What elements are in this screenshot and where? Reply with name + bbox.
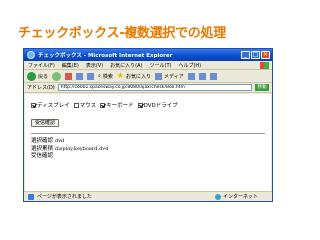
menu-tools[interactable]: ツール(T) [150,62,172,69]
address-input[interactable]: http://co001.spacesway.co.jp:8080/ajax/c… [57,84,252,91]
security-zone: インターネット [214,193,258,200]
checkbox-dvd-box[interactable] [137,102,143,108]
checkbox-display-label: ディスプレイ [37,103,70,109]
window-title: チェックボックス - Microsoft Internet Explorer [38,53,173,59]
page-content: ディスプレイ マウス キーボード DVDドライブ 受信確認 選択確認 dvd 選… [25,94,271,191]
menu-bar: ファイル(F) 編集(E) 表示(V) お気に入り(A) ツール(T) ヘルプ(… [24,61,272,70]
checkbox-group: ディスプレイ マウス キーボード DVDドライブ [31,101,265,109]
star-icon: ★ [116,71,125,80]
checkbox-dvd-label: DVDドライブ [143,103,178,109]
result-value: display,keyboard,dvd [55,145,109,152]
result-row: 受信確認 [31,153,265,161]
menu-file[interactable]: ファイル(F) [28,62,55,69]
favorites-button[interactable]: ★ お気に入り [117,72,151,80]
history-button[interactable] [187,72,195,80]
minimize-button[interactable]: _ [241,51,250,59]
menu-edit[interactable]: 編集(E) [62,62,79,69]
checkbox-keyboard[interactable]: キーボード [100,101,134,109]
menu-favorites[interactable]: お気に入り(A) [110,62,142,69]
globe-icon [214,193,221,200]
back-button[interactable]: 戻る [27,71,49,81]
menu-view[interactable]: 表示(V) [86,62,103,69]
checkbox-mouse[interactable]: マウス [73,101,97,109]
back-arrow-icon [27,71,36,81]
result-label: 選択確認 [31,138,54,144]
checkbox-dvd[interactable]: DVDドライブ [137,101,178,109]
checkbox-display[interactable]: ディスプレイ [31,101,70,109]
forward-button[interactable] [52,71,62,81]
results-block: 選択確認 dvd 選択累積 display,keyboard,dvd 受信確認 [31,138,265,161]
mail-button[interactable] [198,72,206,80]
slide-title: チェックボックス-複数選択での処理 [18,26,226,41]
checkbox-mouse-label: マウス [79,103,97,109]
stop-button[interactable] [65,72,73,80]
back-label: 戻る [38,73,49,80]
result-label: 選択累積 [31,145,54,152]
submit-button[interactable]: 受信確認 [31,119,60,127]
zone-label: インターネット [222,194,258,200]
media-icon [155,72,163,80]
status-text: ページが表示されました [37,194,92,200]
home-button[interactable] [87,72,95,80]
print-button[interactable] [209,72,217,80]
refresh-button[interactable] [76,72,84,80]
address-label: アドレス(D) [27,85,55,91]
go-button[interactable]: 移動 [255,84,269,91]
result-label: 受信確認 [31,153,54,159]
media-label: メディア [164,73,184,80]
search-icon: ⌕ [98,73,101,79]
maximize-button[interactable]: □ [251,51,260,59]
checkbox-keyboard-label: キーボード [106,103,134,109]
ie-logo-icon [27,51,35,59]
menu-help[interactable]: ヘルプ(H) [178,62,201,69]
checkbox-keyboard-box[interactable] [100,102,106,108]
checkbox-mouse-box[interactable] [73,102,79,108]
search-label: 検索 [102,73,113,80]
toolbar: 戻る ⌕ 検索 ★ お気に入り メディア [24,70,272,83]
result-row: 選択累積 display,keyboard,dvd [31,146,265,154]
favorites-label: お気に入り [126,73,152,80]
browser-window: チェックボックス - Microsoft Internet Explorer _… [23,48,273,202]
address-bar: アドレス(D) http://co001.spacesway.co.jp:808… [24,83,272,93]
divider [31,133,265,134]
result-value: dvd [55,138,65,144]
close-button[interactable]: × [261,51,270,59]
media-button[interactable]: メディア [155,72,184,80]
checkbox-display-box[interactable] [31,102,36,108]
search-button[interactable]: ⌕ 検索 [98,73,113,80]
windows-logo-icon [260,61,269,69]
window-titlebar: チェックボックス - Microsoft Internet Explorer _… [24,49,272,61]
page-done-icon [28,193,34,200]
result-row: 選択確認 dvd [31,138,265,146]
status-bar: ページが表示されました インターネット [24,191,272,201]
